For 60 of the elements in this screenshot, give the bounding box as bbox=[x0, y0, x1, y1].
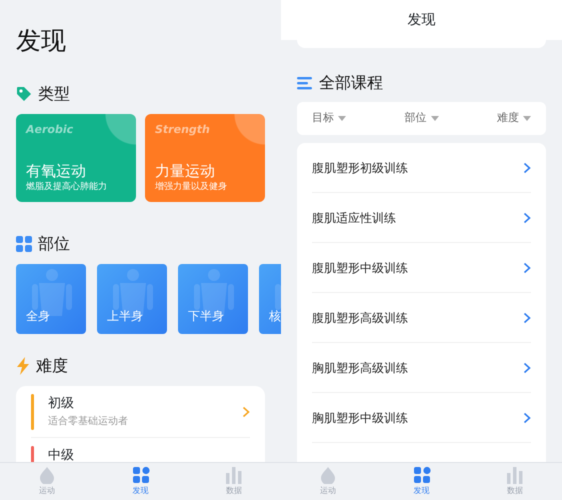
category-tag: Strength bbox=[155, 122, 255, 138]
bar-chart-icon bbox=[506, 466, 524, 484]
body-part-label: 上半身 bbox=[107, 308, 143, 325]
chevron-icon bbox=[523, 412, 531, 424]
course-title[interactable]: 腹肌适应性训练 bbox=[312, 208, 396, 226]
filter-dropdown[interactable]: 部位 bbox=[404, 110, 438, 127]
grid-icon bbox=[16, 236, 32, 252]
category-card[interactable]: Strength 力量运动 增强力量以及健身 bbox=[145, 114, 265, 202]
body-part-tile[interactable]: 全身 bbox=[16, 264, 86, 334]
caret-icon bbox=[430, 116, 438, 121]
tab-button[interactable]: 数据 bbox=[187, 463, 281, 500]
tab-button[interactable]: 运动 bbox=[0, 463, 94, 500]
body-part-tile[interactable]: 上半身 bbox=[97, 264, 167, 334]
level-title: 初级 bbox=[48, 395, 75, 414]
chevron-icon bbox=[523, 362, 531, 374]
filter-dropdown[interactable]: 难度 bbox=[497, 110, 531, 127]
drop-icon bbox=[38, 466, 56, 484]
grid-icon bbox=[412, 466, 430, 484]
level-title: 中级 bbox=[48, 447, 75, 462]
category-card[interactable]: Aerobic 有氧运动 燃脂及提高心肺能力 bbox=[16, 114, 136, 202]
body-part-tile[interactable]: 下半身 bbox=[178, 264, 248, 334]
bar-chart-icon bbox=[225, 466, 244, 484]
tab-button[interactable]: 数据 bbox=[468, 463, 562, 500]
course-title[interactable]: 胸肌塑形高级训练 bbox=[312, 358, 408, 376]
course-title[interactable]: 腹肌塑形中级训练 bbox=[312, 258, 408, 276]
level-subtitle: 适合零基础运动者 bbox=[48, 414, 129, 429]
body-part-label: 全身 bbox=[26, 308, 50, 325]
tab-button[interactable]: 运动 bbox=[281, 463, 375, 500]
category-subtitle: 燃脂及提高心肺能力 bbox=[26, 180, 108, 194]
filter-dropdown[interactable]: 目标 bbox=[312, 110, 346, 127]
section-heading: 部位 bbox=[38, 233, 70, 255]
course-title[interactable]: 腹肌塑形初级训练 bbox=[312, 158, 408, 176]
grid-icon bbox=[132, 466, 150, 484]
chevron-icon bbox=[523, 162, 531, 174]
category-subtitle: 增强力量以及健身 bbox=[155, 180, 228, 194]
section-heading: 难度 bbox=[36, 355, 68, 377]
list-icon bbox=[297, 76, 313, 90]
tab-button[interactable]: 发现 bbox=[94, 463, 188, 500]
chevron-icon bbox=[523, 312, 531, 324]
screen-header: 发现 bbox=[281, 0, 562, 40]
tag-icon bbox=[16, 86, 32, 102]
course-title[interactable]: 腹肌塑形高级训练 bbox=[312, 308, 408, 326]
drop-icon bbox=[318, 466, 337, 484]
caret-icon bbox=[338, 116, 346, 121]
chevron-icon bbox=[242, 406, 250, 418]
body-part-label: 核 bbox=[269, 308, 281, 325]
body-part-label: 下半身 bbox=[188, 308, 224, 325]
tab-button[interactable]: 发现 bbox=[374, 463, 468, 500]
category-title: 力量运动 bbox=[155, 160, 216, 180]
category-tag: Aerobic bbox=[26, 122, 126, 138]
caret-icon bbox=[523, 116, 531, 121]
section-heading: 类型 bbox=[38, 83, 70, 105]
chevron-icon bbox=[523, 212, 531, 224]
section-heading: 全部课程 bbox=[319, 72, 383, 94]
category-title: 有氧运动 bbox=[26, 160, 87, 180]
chevron-icon bbox=[523, 262, 531, 274]
page-title: 发现 bbox=[15, 25, 67, 57]
body-part-tile[interactable]: 核 bbox=[259, 264, 281, 334]
lightning-icon bbox=[16, 357, 30, 375]
course-title[interactable]: 胸肌塑形中级训练 bbox=[312, 408, 408, 426]
